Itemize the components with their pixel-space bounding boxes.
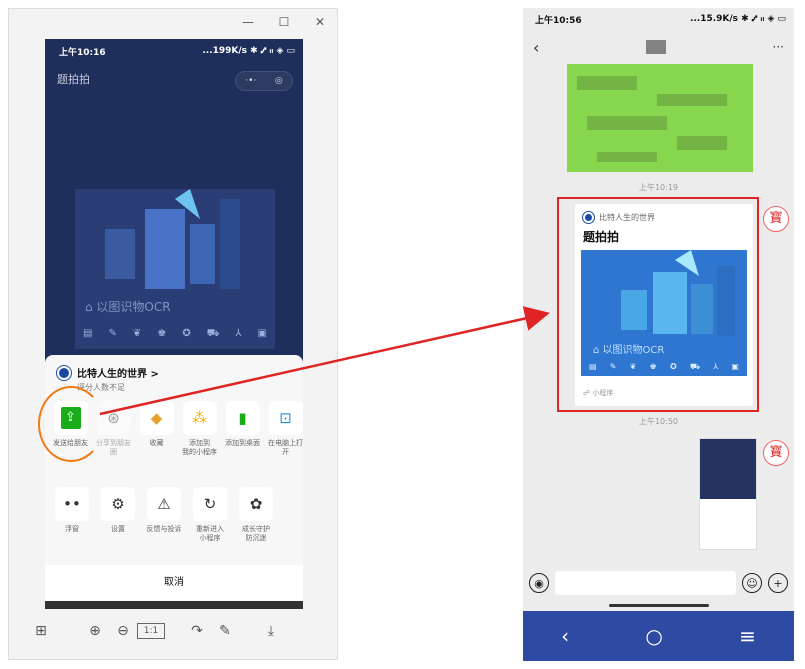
annotation-arrow [99, 306, 550, 416]
screenshot-root: — ☐ ✕ 上午10:16 ...199K/s ✱ ⑇ ᵢₗ ◈ ▭ 题拍拍 ·… [0, 0, 805, 669]
